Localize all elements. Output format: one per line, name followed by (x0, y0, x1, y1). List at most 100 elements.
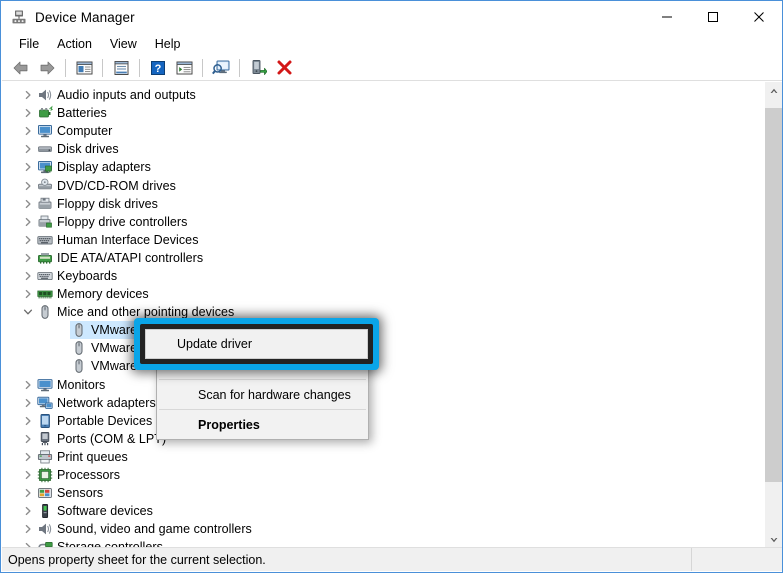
maximize-button[interactable] (690, 1, 736, 33)
mouse-icon (70, 340, 88, 356)
chevron-right-icon[interactable] (20, 235, 36, 245)
tree-item[interactable]: Display adapters (2, 158, 754, 176)
tree-item[interactable]: Memory devices (2, 285, 754, 303)
title-bar[interactable]: Device Manager (1, 1, 782, 33)
tree-item[interactable]: VMware Pointing Device (2, 357, 754, 375)
tree-item-content: Floppy disk drives (36, 196, 158, 212)
menu-view[interactable]: View (101, 35, 146, 53)
tree-item[interactable]: DVD/CD-ROM drives (2, 176, 754, 194)
help-button[interactable]: ? (145, 56, 171, 80)
tree-item[interactable]: Human Interface Devices (2, 231, 754, 249)
tree-item[interactable]: Disk drives (2, 140, 754, 158)
tree-item-label: Sensors (57, 486, 103, 500)
scan-hardware-changes-button[interactable] (208, 56, 234, 80)
context-menu-item[interactable]: Properties (157, 411, 368, 438)
chevron-right-icon[interactable] (20, 524, 36, 534)
chevron-right-icon[interactable] (20, 199, 36, 209)
context-menu-item[interactable]: Uninstall device (157, 351, 368, 378)
chevron-right-icon[interactable] (20, 271, 36, 281)
mouse-icon (36, 304, 54, 320)
tree-item-label: Human Interface Devices (57, 233, 199, 247)
tree-item-content: Sensors (36, 485, 103, 501)
chevron-right-icon[interactable] (20, 108, 36, 118)
show-hide-console-tree-button[interactable] (71, 56, 97, 80)
chevron-right-icon[interactable] (20, 217, 36, 227)
floppy-disk-icon (36, 196, 54, 212)
tree-item-label: Sound, video and game controllers (57, 522, 252, 536)
chevron-right-icon[interactable] (20, 470, 36, 480)
tree-item[interactable]: Batteries (2, 104, 754, 122)
uninstall-device-button[interactable] (271, 56, 297, 80)
context-menu-separator (159, 409, 366, 410)
sensor-icon (36, 485, 54, 501)
chevron-down-icon[interactable] (20, 307, 36, 317)
tree-item[interactable]: Audio inputs and outputs (2, 86, 754, 104)
context-menu-item[interactable]: Update driver (157, 324, 368, 351)
tree-item[interactable]: Keyboards (2, 267, 754, 285)
enable-device-button[interactable] (245, 56, 271, 80)
chevron-right-icon[interactable] (20, 144, 36, 154)
scan-monitor-icon (212, 59, 230, 76)
scroll-up-button[interactable] (765, 82, 782, 99)
printer-icon (36, 449, 54, 465)
tree-item[interactable]: IDE ATA/ATAPI controllers (2, 249, 754, 267)
tree-item[interactable]: VMware Pointing Device (2, 321, 754, 339)
chevron-right-icon[interactable] (20, 126, 36, 136)
back-button[interactable] (8, 56, 34, 80)
tree-item[interactable]: Mice and other pointing devices (2, 303, 754, 321)
scrollbar-thumb[interactable] (765, 108, 782, 482)
tree-item-label: Display adapters (57, 160, 151, 174)
minimize-button[interactable] (644, 1, 690, 33)
tree-item-content: Batteries (36, 105, 107, 121)
chevron-right-icon[interactable] (20, 162, 36, 172)
chevron-right-icon[interactable] (20, 90, 36, 100)
menu-action[interactable]: Action (48, 35, 101, 53)
tree-item[interactable]: Floppy disk drives (2, 195, 754, 213)
chevron-right-icon[interactable] (20, 289, 36, 299)
update-driver-button[interactable] (171, 56, 197, 80)
close-button[interactable] (736, 1, 782, 33)
tree-item-content: Sound, video and game controllers (36, 521, 252, 537)
tree-item[interactable]: Sensors (2, 484, 754, 502)
disk-drive-icon (36, 141, 54, 157)
tree-item-content: Audio inputs and outputs (36, 87, 196, 103)
chevron-right-icon[interactable] (20, 380, 36, 390)
tree-item[interactable]: Portable Devices (2, 412, 754, 430)
chevron-right-icon[interactable] (20, 506, 36, 516)
tree-item[interactable]: Network adapters (2, 394, 754, 412)
close-icon (753, 11, 765, 23)
tree-item[interactable]: Processors (2, 466, 754, 484)
hid-keyboard-icon (36, 232, 54, 248)
properties-button[interactable] (108, 56, 134, 80)
tree-item-content: Network adapters (36, 395, 156, 411)
tree-item[interactable]: Floppy drive controllers (2, 213, 754, 231)
tree-item[interactable]: Sound, video and game controllers (2, 520, 754, 538)
vertical-scrollbar[interactable] (764, 82, 781, 548)
tree-item[interactable]: VMware Pointing Device (2, 339, 754, 357)
portable-device-icon (36, 413, 54, 429)
context-menu-item[interactable]: Scan for hardware changes (157, 381, 368, 408)
forward-button[interactable] (34, 56, 60, 80)
tree-item[interactable]: Software devices (2, 502, 754, 520)
chevron-right-icon[interactable] (20, 181, 36, 191)
tree-item-label: Disk drives (57, 142, 119, 156)
tree-item[interactable]: Ports (COM & LPT) (2, 430, 754, 448)
tree-item-label: Memory devices (57, 287, 149, 301)
scrollbar-track[interactable] (765, 99, 782, 531)
tree-item[interactable]: Monitors (2, 376, 754, 394)
monitor-icon (36, 377, 54, 393)
tree-item[interactable]: Print queues (2, 448, 754, 466)
tree-item-content: Memory devices (36, 286, 149, 302)
chevron-right-icon[interactable] (20, 398, 36, 408)
menu-help[interactable]: Help (146, 35, 190, 53)
chevron-right-icon[interactable] (20, 416, 36, 426)
tree-item-label: Ports (COM & LPT) (57, 432, 166, 446)
chevron-right-icon[interactable] (20, 452, 36, 462)
chevron-right-icon[interactable] (20, 253, 36, 263)
tree-item[interactable]: Computer (2, 122, 754, 140)
menu-bar: File Action View Help (2, 33, 781, 55)
menu-file[interactable]: File (10, 35, 48, 53)
chevron-right-icon[interactable] (20, 434, 36, 444)
scroll-down-button[interactable] (765, 531, 782, 548)
chevron-right-icon[interactable] (20, 488, 36, 498)
